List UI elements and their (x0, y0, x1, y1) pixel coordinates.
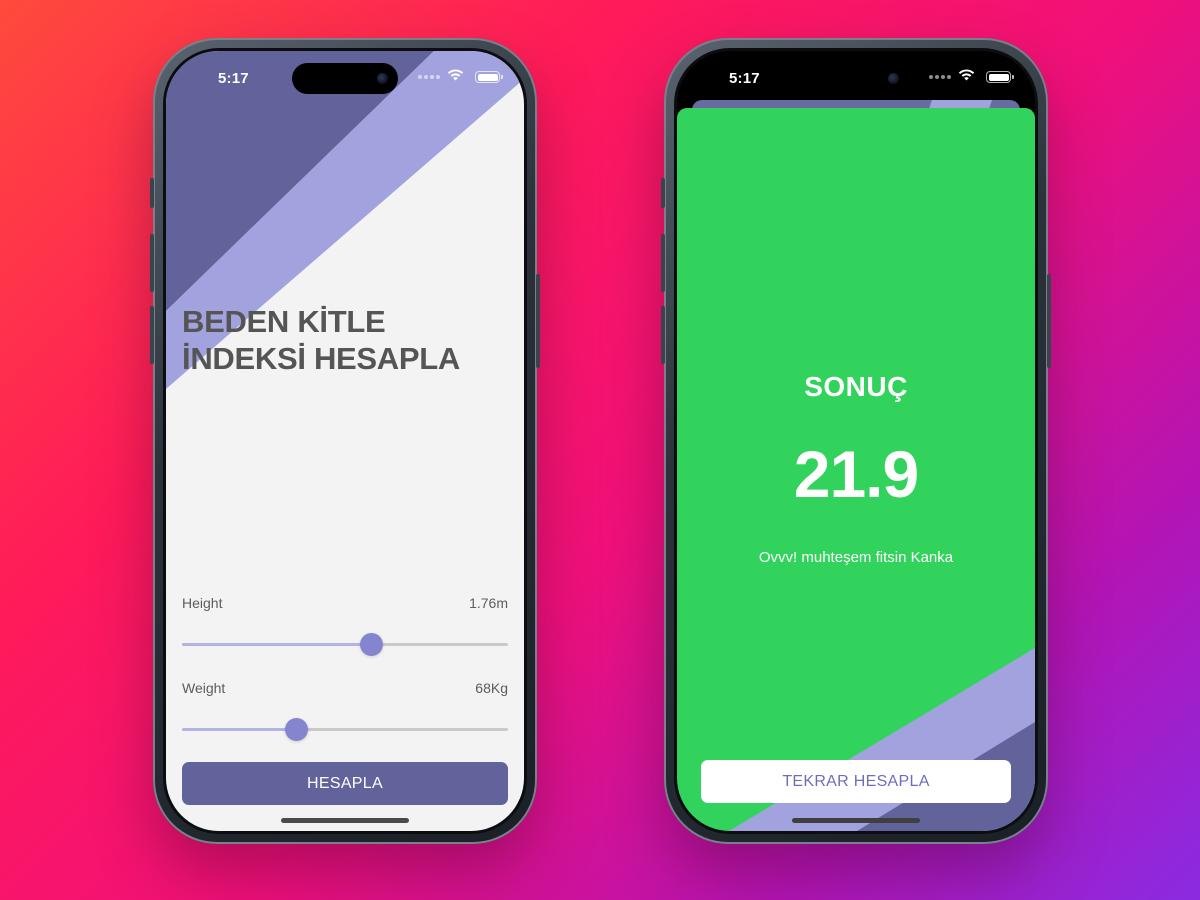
volume-up-button (661, 234, 665, 292)
camera-icon (377, 73, 388, 84)
phone-calculator: 5:17 BEDEN KİTLE İNDEKSİ HESAPLA Height … (150, 38, 540, 844)
phone-bezel: 5:17 SONUÇ 21.9 Ovvv! muhteşem fitsin Ka… (674, 48, 1038, 834)
status-bar: 5:17 (677, 51, 1035, 103)
dynamic-island (803, 63, 909, 94)
action-button (150, 178, 154, 208)
battery-icon (986, 71, 1014, 83)
calculator-screen: 5:17 BEDEN KİTLE İNDEKSİ HESAPLA Height … (166, 51, 524, 831)
volume-down-button (661, 306, 665, 364)
diagonal-background (166, 51, 524, 389)
phone-bezel: 5:17 BEDEN KİTLE İNDEKSİ HESAPLA Height … (163, 48, 527, 834)
power-button (536, 274, 540, 368)
dynamic-island (292, 63, 398, 94)
status-time: 5:17 (729, 70, 760, 87)
home-indicator (281, 818, 409, 823)
recalculate-button[interactable]: TEKRAR HESAPLA (701, 760, 1011, 803)
action-button (661, 178, 665, 208)
weight-slider-fill (182, 728, 297, 731)
height-label: Height (182, 595, 223, 611)
status-bar: 5:17 (166, 51, 524, 103)
cellular-dots-icon (418, 75, 440, 79)
status-time: 5:17 (218, 70, 249, 87)
result-sheet: SONUÇ 21.9 Ovvv! muhteşem fitsin Kanka T… (677, 108, 1035, 831)
wifi-icon (958, 69, 975, 81)
title-line-1: BEDEN KİTLE (182, 304, 386, 339)
battery-icon (475, 71, 503, 83)
weight-label: Weight (182, 680, 226, 696)
result-screen: 5:17 SONUÇ 21.9 Ovvv! muhteşem fitsin Ka… (677, 51, 1035, 831)
wifi-icon (447, 69, 464, 81)
weight-slider-thumb[interactable] (285, 718, 309, 741)
volume-up-button (150, 234, 154, 292)
calculate-button[interactable]: HESAPLA (182, 762, 508, 805)
power-button (1047, 274, 1051, 368)
height-slider-thumb[interactable] (360, 633, 384, 656)
volume-down-button (150, 306, 154, 364)
result-message: Ovvv! muhteşem fitsin Kanka (758, 549, 954, 566)
camera-icon (888, 73, 899, 84)
result-heading: SONUÇ (804, 371, 908, 402)
weight-value: 68Kg (475, 680, 508, 696)
home-indicator (792, 818, 920, 823)
bmi-result-value: 21.9 (793, 437, 919, 511)
height-slider[interactable] (182, 633, 508, 656)
title-line-2: İNDEKSİ HESAPLA (182, 341, 460, 376)
cellular-dots-icon (929, 75, 951, 79)
page-title: BEDEN KİTLE İNDEKSİ HESAPLA (182, 303, 460, 377)
phone-result: 5:17 SONUÇ 21.9 Ovvv! muhteşem fitsin Ka… (661, 38, 1051, 844)
height-value: 1.76m (469, 595, 508, 611)
height-slider-fill (182, 643, 372, 646)
weight-slider[interactable] (182, 718, 508, 741)
